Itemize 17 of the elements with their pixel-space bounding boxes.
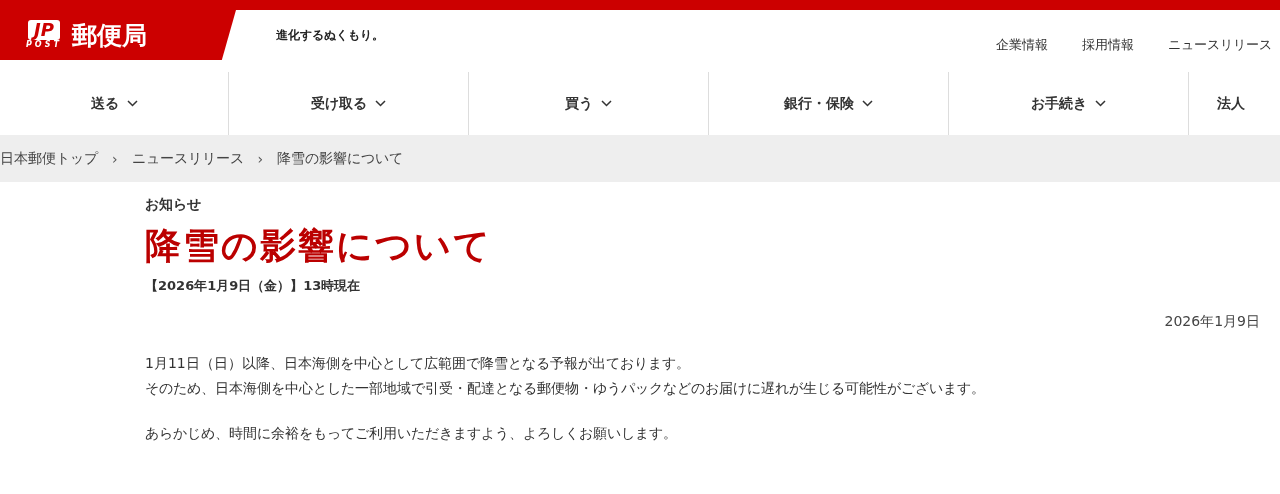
breadcrumb-separator: ›: [112, 150, 118, 167]
tagline: 進化するぬくもり。: [276, 27, 384, 44]
publish-date: 2026年1月9日: [1164, 313, 1260, 329]
breadcrumb-link[interactable]: ニュースリリース: [131, 149, 244, 168]
body-text: あらかじめ、時間に余裕をもってご利用いただきますよう、よろしくお願いします。: [145, 424, 678, 443]
nav-menu-item[interactable]: 送る: [0, 72, 228, 135]
body-text: 1月11日（日）以降、日本海側を中心として広範囲で降雪となる予報が出ております。: [145, 354, 691, 373]
article-title: 降雪の影響について: [145, 224, 493, 268]
article-subtitle: 【2026年1月9日（金）】13時現在: [145, 277, 362, 295]
body-text: そのため、日本海側を中心とした一部地域で引受・配達となる郵便物・ゆうパックなどのお届けに遅れが生じる可能性がございます。: [145, 379, 986, 398]
breadcrumb-current: 降雪の影響について: [277, 149, 404, 168]
breadcrumb-link[interactable]: 日本郵便トップ: [0, 149, 98, 168]
category-label: お知らせ: [145, 196, 202, 214]
breadcrumb-separator: ›: [257, 150, 264, 167]
utility-link[interactable]: 採用情報: [1082, 36, 1134, 54]
utility-link[interactable]: ニュースリリース: [1168, 36, 1272, 54]
utility-link[interactable]: 企業情報: [996, 36, 1048, 54]
